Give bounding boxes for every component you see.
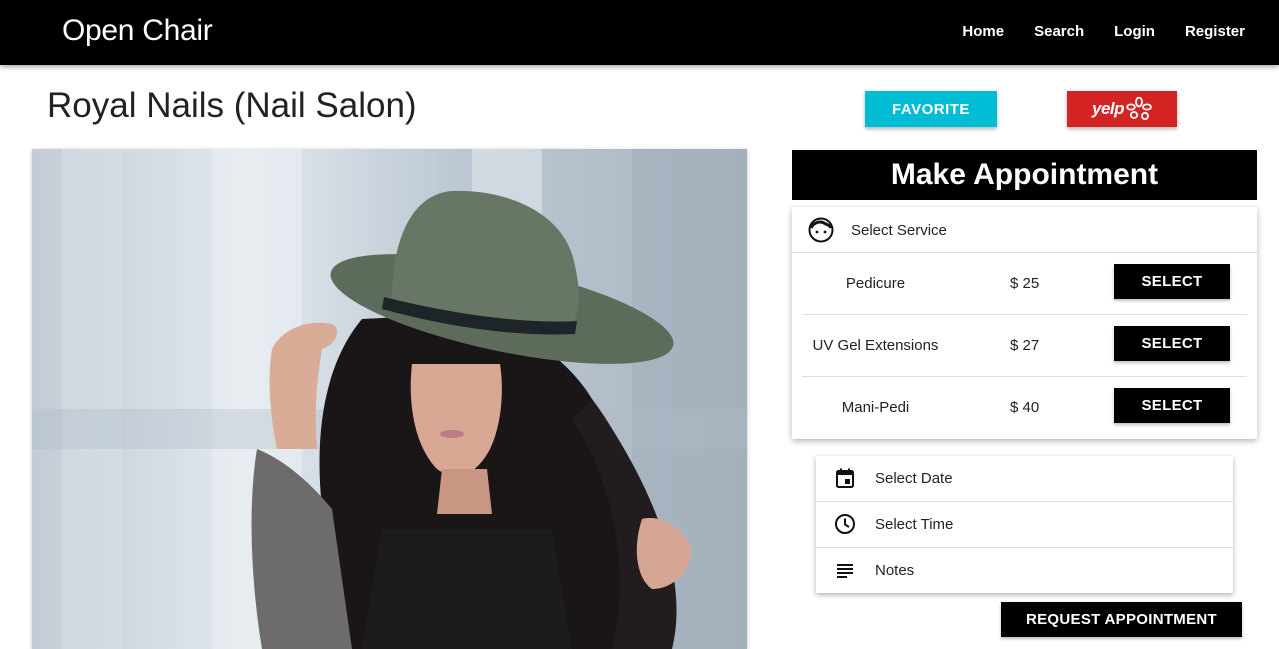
request-appointment-button[interactable]: REQUEST APPOINTMENT	[1001, 602, 1242, 637]
top-navbar: Open Chair Home Search Login Register	[0, 0, 1279, 65]
service-row: UV Gel Extensions $ 27 SELECT	[802, 315, 1247, 377]
face-icon	[808, 217, 834, 243]
nav-search[interactable]: Search	[1034, 23, 1084, 40]
yelp-button[interactable]: yelp	[1067, 91, 1177, 127]
select-service-button[interactable]: SELECT	[1114, 326, 1230, 361]
select-service-label: Select Service	[851, 222, 947, 239]
service-price: $ 25	[1010, 275, 1040, 292]
notes-label: Notes	[875, 562, 915, 579]
service-row: Pedicure $ 25 SELECT	[802, 253, 1247, 315]
service-price: $ 40	[1010, 399, 1040, 416]
yelp-logo-text: yelp	[1091, 99, 1125, 118]
select-time-label: Select Time	[875, 516, 954, 533]
nav-links: Home Search Login Register	[962, 23, 1245, 40]
clock-icon	[835, 514, 855, 534]
select-service-button[interactable]: SELECT	[1114, 264, 1230, 299]
salon-title: Royal Nails (Nail Salon)	[47, 86, 417, 125]
yelp-burst-icon	[1126, 97, 1152, 121]
service-name: Mani-Pedi	[841, 399, 910, 416]
notes-icon	[837, 564, 853, 578]
select-time-field[interactable]: Select Time	[816, 502, 1233, 548]
brand-logo[interactable]: Open Chair	[62, 14, 213, 48]
nav-login[interactable]: Login	[1114, 23, 1155, 40]
woman-in-hat-image	[32, 149, 747, 649]
service-price: $ 27	[1010, 337, 1040, 354]
service-name: UV Gel Extensions	[812, 337, 939, 354]
select-date-label: Select Date	[875, 470, 953, 487]
make-appointment-header: Make Appointment	[792, 150, 1257, 200]
select-service-button[interactable]: SELECT	[1114, 388, 1230, 423]
nav-register[interactable]: Register	[1185, 23, 1245, 40]
service-row: Mani-Pedi $ 40 SELECT	[792, 377, 1257, 439]
select-service-header[interactable]: Select Service	[792, 207, 1257, 253]
service-card: Select Service Pedicure $ 25 SELECT UV G…	[792, 207, 1257, 439]
nav-home[interactable]: Home	[962, 23, 1004, 40]
notes-field[interactable]: Notes	[816, 548, 1233, 594]
salon-photo	[32, 149, 747, 649]
service-name: Pedicure	[845, 275, 906, 292]
favorite-button[interactable]: FAVORITE	[865, 91, 997, 127]
select-date-field[interactable]: Select Date	[816, 456, 1233, 502]
appointment-details-card: Select Date Select Time Notes	[816, 456, 1233, 593]
calendar-icon	[836, 468, 854, 488]
